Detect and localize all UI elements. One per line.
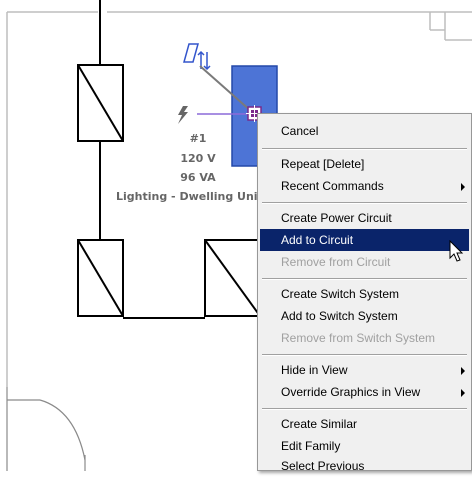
menu-item-recent-commands[interactable]: Recent Commands [260, 175, 469, 197]
menu-item-label: Add to Circuit [281, 233, 354, 247]
menu-separator [262, 354, 467, 356]
menu-item-override-graphics[interactable]: Override Graphics in View [260, 381, 469, 403]
mouse-cursor-icon [449, 240, 464, 262]
menu-item-hide-in-view[interactable]: Hide in View [260, 359, 469, 381]
menu-separator [262, 202, 467, 204]
menu-item-create-switch-system[interactable]: Create Switch System [260, 283, 469, 305]
power-lightning-icon [178, 106, 188, 124]
switch-system-icon[interactable] [183, 43, 211, 71]
menu-item-label: Hide in View [281, 363, 348, 377]
menu-item-select-previous[interactable]: Select Previous [260, 455, 469, 477]
menu-item-label: Remove from Circuit [281, 255, 391, 269]
door-swing [6, 387, 86, 471]
menu-item-remove-from-circuit[interactable]: Remove from Circuit [260, 251, 469, 273]
menu-item-label: Add to Switch System [281, 309, 398, 323]
light-fixture[interactable] [77, 239, 124, 317]
light-fixture[interactable] [77, 64, 124, 142]
menu-item-label: Cancel [281, 124, 319, 138]
menu-item-label: Remove from Switch System [281, 331, 436, 345]
menu-item-edit-family[interactable]: Edit Family [260, 435, 469, 457]
light-fixture[interactable] [204, 239, 266, 317]
menu-item-repeat-delete[interactable]: Repeat [Delete] [260, 153, 469, 175]
menu-item-label: Edit Family [281, 439, 341, 453]
menu-separator [262, 278, 467, 280]
submenu-arrow-icon [461, 389, 465, 397]
menu-item-add-to-circuit[interactable]: Add to Circuit [260, 229, 469, 251]
submenu-arrow-icon [461, 183, 465, 191]
menu-item-remove-from-switch-system[interactable]: Remove from Switch System [260, 327, 469, 349]
menu-item-label: Recent Commands [281, 179, 384, 193]
menu-separator [262, 408, 467, 410]
menu-item-create-power-circuit[interactable]: Create Power Circuit [260, 207, 469, 229]
menu-item-label: Create Switch System [281, 287, 400, 301]
submenu-arrow-icon [461, 367, 465, 375]
menu-item-label: Repeat [Delete] [281, 157, 365, 171]
menu-separator [262, 148, 467, 150]
menu-item-label: Override Graphics in View [281, 385, 421, 399]
menu-item-add-to-switch-system[interactable]: Add to Switch System [260, 305, 469, 327]
menu-item-create-similar[interactable]: Create Similar [260, 413, 469, 435]
menu-item-label: Create Power Circuit [281, 211, 392, 225]
menu-item-label: Create Similar [281, 417, 358, 431]
menu-item-cancel[interactable]: Cancel [260, 120, 469, 142]
context-menu: Cancel Repeat [Delete] Recent Commands C… [257, 113, 472, 473]
